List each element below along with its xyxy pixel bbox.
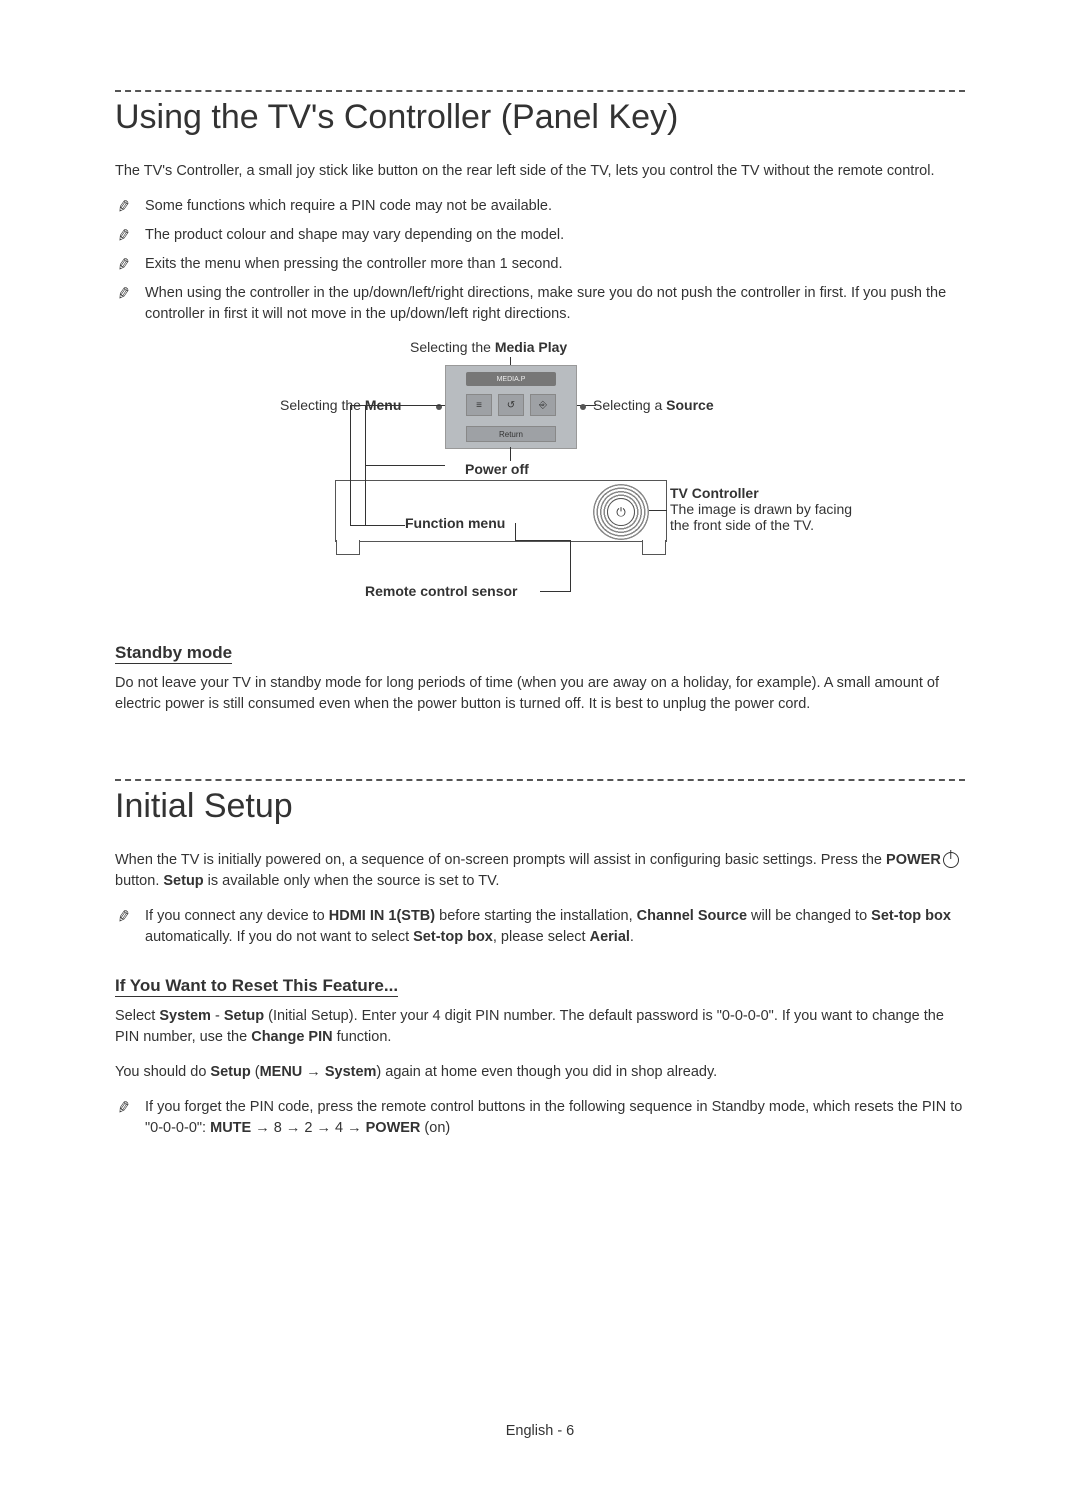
page-footer: English - 6 xyxy=(0,1423,1080,1439)
note-list: If you forget the PIN code, press the re… xyxy=(115,1097,965,1139)
panel-dot xyxy=(580,404,586,410)
panel-return-label: Return xyxy=(466,426,556,442)
diagram-label-function-menu: Function menu xyxy=(405,515,505,531)
divider xyxy=(115,90,965,92)
section-title: Initial Setup xyxy=(115,787,965,826)
intro-text: The TV's Controller, a small joy stick l… xyxy=(115,161,965,182)
subsection-heading: If You Want to Reset This Feature... xyxy=(115,976,965,996)
diagram-line xyxy=(649,510,667,511)
diagram-line xyxy=(540,591,570,592)
diagram-label-power-off: Power off xyxy=(465,461,529,477)
panel-icon: ≡ xyxy=(466,394,492,416)
diagram-line xyxy=(350,405,351,525)
panel-media-label: MEDIA.P xyxy=(466,372,556,386)
note-item: Exits the menu when pressing the control… xyxy=(115,254,965,275)
panel-icon: ⎆ xyxy=(530,394,556,416)
section-title: Using the TV's Controller (Panel Key) xyxy=(115,98,965,137)
diagram-line xyxy=(350,525,405,526)
note-item: When using the controller in the up/down… xyxy=(115,283,965,325)
controller-diagram: Selecting the Media Play Selecting the M… xyxy=(215,345,865,615)
diagram-line xyxy=(515,540,571,541)
diagram-line xyxy=(515,523,516,540)
panel-key-graphic: MEDIA.P ≡ ↺ ⎆ Return xyxy=(445,365,577,449)
tv-controller-graphic: ⏻ xyxy=(593,484,649,540)
subsection-heading: Standby mode xyxy=(115,643,965,663)
diagram-line xyxy=(350,405,445,406)
note-item: Some functions which require a PIN code … xyxy=(115,196,965,217)
diagram-label-media-play: Selecting the Media Play xyxy=(410,339,567,355)
diagram-label-tv-controller: TV Controller The image is drawn by faci… xyxy=(670,485,870,533)
note-item: If you connect any device to HDMI IN 1(S… xyxy=(115,906,965,948)
manual-page: Using the TV's Controller (Panel Key) Th… xyxy=(0,0,1080,1494)
divider xyxy=(115,779,965,781)
reset-body-1: Select System - Setup (Initial Setup). E… xyxy=(115,1006,965,1048)
standby-body: Do not leave your TV in standby mode for… xyxy=(115,673,965,715)
note-item: The product colour and shape may vary de… xyxy=(115,225,965,246)
initial-setup-intro: When the TV is initially powered on, a s… xyxy=(115,850,965,892)
reset-body-2: You should do Setup (MENU → System) agai… xyxy=(115,1062,965,1083)
panel-icon: ↺ xyxy=(498,394,524,416)
diagram-line xyxy=(570,540,571,592)
diagram-line xyxy=(365,465,445,466)
diagram-label-source: Selecting a Source xyxy=(593,397,714,413)
note-list: If you connect any device to HDMI IN 1(S… xyxy=(115,906,965,948)
power-icon xyxy=(943,852,959,868)
diagram-line xyxy=(510,447,511,461)
note-item: If you forget the PIN code, press the re… xyxy=(115,1097,965,1139)
power-icon: ⏻ xyxy=(607,498,635,526)
note-list: Some functions which require a PIN code … xyxy=(115,196,965,325)
diagram-label-remote-sensor: Remote control sensor xyxy=(365,583,517,599)
